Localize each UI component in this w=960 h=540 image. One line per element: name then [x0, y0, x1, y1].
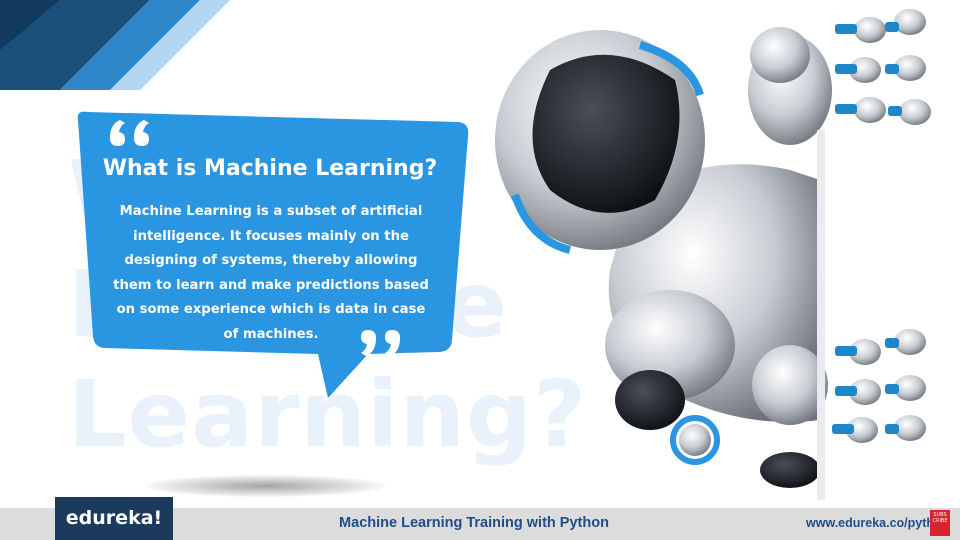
- course-title-text: Machine Learning Training with Python: [339, 515, 609, 531]
- bubble-shadow: [145, 475, 385, 497]
- website-link[interactable]: www.edureka.co/python: [806, 516, 934, 530]
- bubble-body-text: Machine Learning is a subset of artifici…: [113, 204, 429, 342]
- decorative-stripes: [0, 0, 230, 90]
- robot-illustration: [495, 9, 931, 500]
- bubble-title: What is Machine Learning?: [102, 156, 438, 181]
- subscribe-badge[interactable]: SUBS CRIBE: [930, 510, 950, 536]
